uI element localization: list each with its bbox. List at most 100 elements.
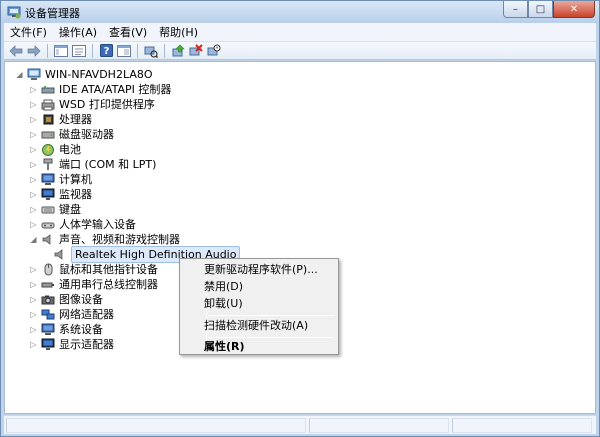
help-icon[interactable]: ? (98, 43, 114, 59)
scan-hardware-icon[interactable] (143, 43, 159, 59)
computer-icon (41, 173, 55, 186)
title-bar[interactable]: 设备管理器 – □ ✕ (1, 1, 599, 23)
mouse-icon (41, 263, 55, 276)
tree-node-battery[interactable]: ▷ 电池 (29, 142, 81, 157)
expand-arrow-icon[interactable]: ▷ (29, 280, 38, 289)
expand-arrow-icon[interactable]: ▷ (29, 190, 38, 199)
system-device-icon (41, 323, 55, 336)
computer-root-icon (27, 68, 41, 81)
show-view-icon[interactable] (116, 43, 132, 59)
expand-arrow-icon[interactable]: ▷ (29, 205, 38, 214)
expand-arrow-icon[interactable]: ▷ (29, 220, 38, 229)
properties-sheet-icon[interactable] (71, 43, 87, 59)
menu-file[interactable]: 文件(F) (4, 23, 53, 42)
expand-arrow-icon[interactable]: ▷ (29, 130, 38, 139)
printer-icon (41, 98, 55, 111)
tree-root-label: WIN-NFAVDH2LA8O (45, 68, 153, 81)
tree-node-monitor[interactable]: ▷ 监视器 (29, 187, 92, 202)
tree-node-system-devices[interactable]: ▷ 系统设备 (29, 322, 103, 337)
expand-arrow-icon[interactable]: ▷ (29, 115, 38, 124)
menu-update-driver[interactable]: 更新驱动程序软件(P)... (182, 261, 336, 278)
collapse-arrow-icon[interactable]: ◢ (15, 70, 24, 79)
tree-root[interactable]: ◢ WIN-NFAVDH2LA8O (15, 67, 153, 82)
tree-node-label: 显示适配器 (59, 338, 114, 351)
svg-text:?: ? (103, 46, 109, 57)
back-arrow-icon[interactable] (8, 43, 24, 59)
menu-disable[interactable]: 禁用(D) (182, 278, 336, 295)
disable-device-icon[interactable] (206, 43, 222, 59)
expand-arrow-icon[interactable]: ▷ (29, 310, 38, 319)
status-cell-secondary (309, 418, 449, 433)
show-hide-tree-icon[interactable] (53, 43, 69, 59)
expand-arrow-icon[interactable]: ▷ (29, 145, 38, 154)
tree-node-mouse[interactable]: ▷ 鼠标和其他指针设备 (29, 262, 158, 277)
expand-arrow-icon[interactable]: ▷ (29, 100, 38, 109)
status-cell-main (6, 418, 306, 433)
hid-icon (41, 218, 55, 231)
tree-node-label: 系统设备 (59, 323, 103, 336)
tree-node-hid[interactable]: ▷ 人体学输入设备 (29, 217, 136, 232)
close-button[interactable]: ✕ (553, 1, 595, 18)
expand-arrow-icon[interactable]: ▷ (29, 85, 38, 94)
tree-node-label: IDE ATA/ATAPI 控制器 (59, 83, 172, 96)
port-icon (41, 158, 55, 171)
battery-icon (41, 143, 55, 156)
toolbar-separator (137, 43, 138, 58)
tree-node-label: 电池 (59, 143, 81, 156)
minimize-button[interactable]: – (503, 1, 528, 18)
update-driver-icon[interactable] (170, 43, 186, 59)
expand-arrow-icon[interactable]: ▷ (29, 340, 38, 349)
window-controls: – □ ✕ (503, 1, 595, 19)
speaker-icon (53, 248, 67, 261)
tree-node-label: 声音、视频和游戏控制器 (59, 233, 180, 246)
maximize-button[interactable]: □ (528, 1, 553, 18)
tree-node-label: 计算机 (59, 173, 92, 186)
tree-node-keyboard[interactable]: ▷ 键盘 (29, 202, 81, 217)
monitor-icon (41, 188, 55, 201)
tree-node-label: 监视器 (59, 188, 92, 201)
tree-node-usb[interactable]: ▷ 通用串行总线控制器 (29, 277, 158, 292)
expand-arrow-icon[interactable]: ▷ (29, 325, 38, 334)
tree-node-display-adapters[interactable]: ▷ 显示适配器 (29, 337, 114, 352)
device-manager-icon (7, 5, 21, 19)
expand-arrow-icon[interactable]: ▷ (29, 265, 38, 274)
tree-node-processor[interactable]: ▷ 处理器 (29, 112, 92, 127)
tree-node-label: 处理器 (59, 113, 92, 126)
display-adapter-icon (41, 338, 55, 351)
tree-node-disk[interactable]: ▷ 磁盘驱动器 (29, 127, 114, 142)
collapse-arrow-icon[interactable]: ◢ (29, 235, 38, 244)
tree-node-label: 人体学输入设备 (59, 218, 136, 231)
tree-node-label: 磁盘驱动器 (59, 128, 114, 141)
status-cell-tertiary (452, 418, 592, 433)
tree-node-network[interactable]: ▷ 网络适配器 (29, 307, 114, 322)
context-menu-separator (208, 315, 334, 316)
menu-view[interactable]: 查看(V) (103, 23, 153, 42)
menu-help[interactable]: 帮助(H) (153, 23, 204, 42)
sound-icon (41, 233, 55, 246)
tree-node-ide[interactable]: ▷ IDE ATA/ATAPI 控制器 (29, 82, 171, 97)
uninstall-icon[interactable] (188, 43, 204, 59)
tree-node-label: 通用串行总线控制器 (59, 278, 158, 291)
status-bar (4, 415, 596, 434)
tree-node-ports[interactable]: ▷ 端口 (COM 和 LPT) (29, 157, 156, 172)
menu-uninstall[interactable]: 卸载(U) (182, 295, 336, 312)
tree-node-computer[interactable]: ▷ 计算机 (29, 172, 92, 187)
tree-node-imaging[interactable]: ▷ 图像设备 (29, 292, 103, 307)
tree-node-wsd-print[interactable]: ▷ WSD 打印提供程序 (29, 97, 154, 112)
forward-arrow-icon[interactable] (26, 43, 42, 59)
ide-controller-icon (41, 83, 55, 96)
tree-node-sound[interactable]: ◢ 声音、视频和游戏控制器 (29, 232, 180, 247)
expand-arrow-icon[interactable]: ▷ (29, 175, 38, 184)
device-manager-window: 设备管理器 – □ ✕ 文件(F) 操作(A) 查看(V) 帮助(H) ? ◢ … (0, 0, 600, 437)
toolbar-separator (164, 43, 165, 58)
disk-drive-icon (41, 128, 55, 141)
expand-arrow-icon[interactable]: ▷ (29, 295, 38, 304)
menu-bar: 文件(F) 操作(A) 查看(V) 帮助(H) (4, 23, 596, 42)
menu-action[interactable]: 操作(A) (53, 23, 103, 42)
menu-scan-hardware[interactable]: 扫描检测硬件改动(A) (182, 317, 336, 334)
tree-node-label: 端口 (COM 和 LPT) (59, 158, 157, 171)
expand-arrow-icon[interactable]: ▷ (29, 160, 38, 169)
device-tree-pane[interactable]: ◢ WIN-NFAVDH2LA8O ▷ IDE ATA/ATAPI 控制器 ▷ … (4, 61, 596, 414)
menu-properties[interactable]: 属性(R) (182, 338, 336, 355)
network-icon (41, 308, 55, 321)
